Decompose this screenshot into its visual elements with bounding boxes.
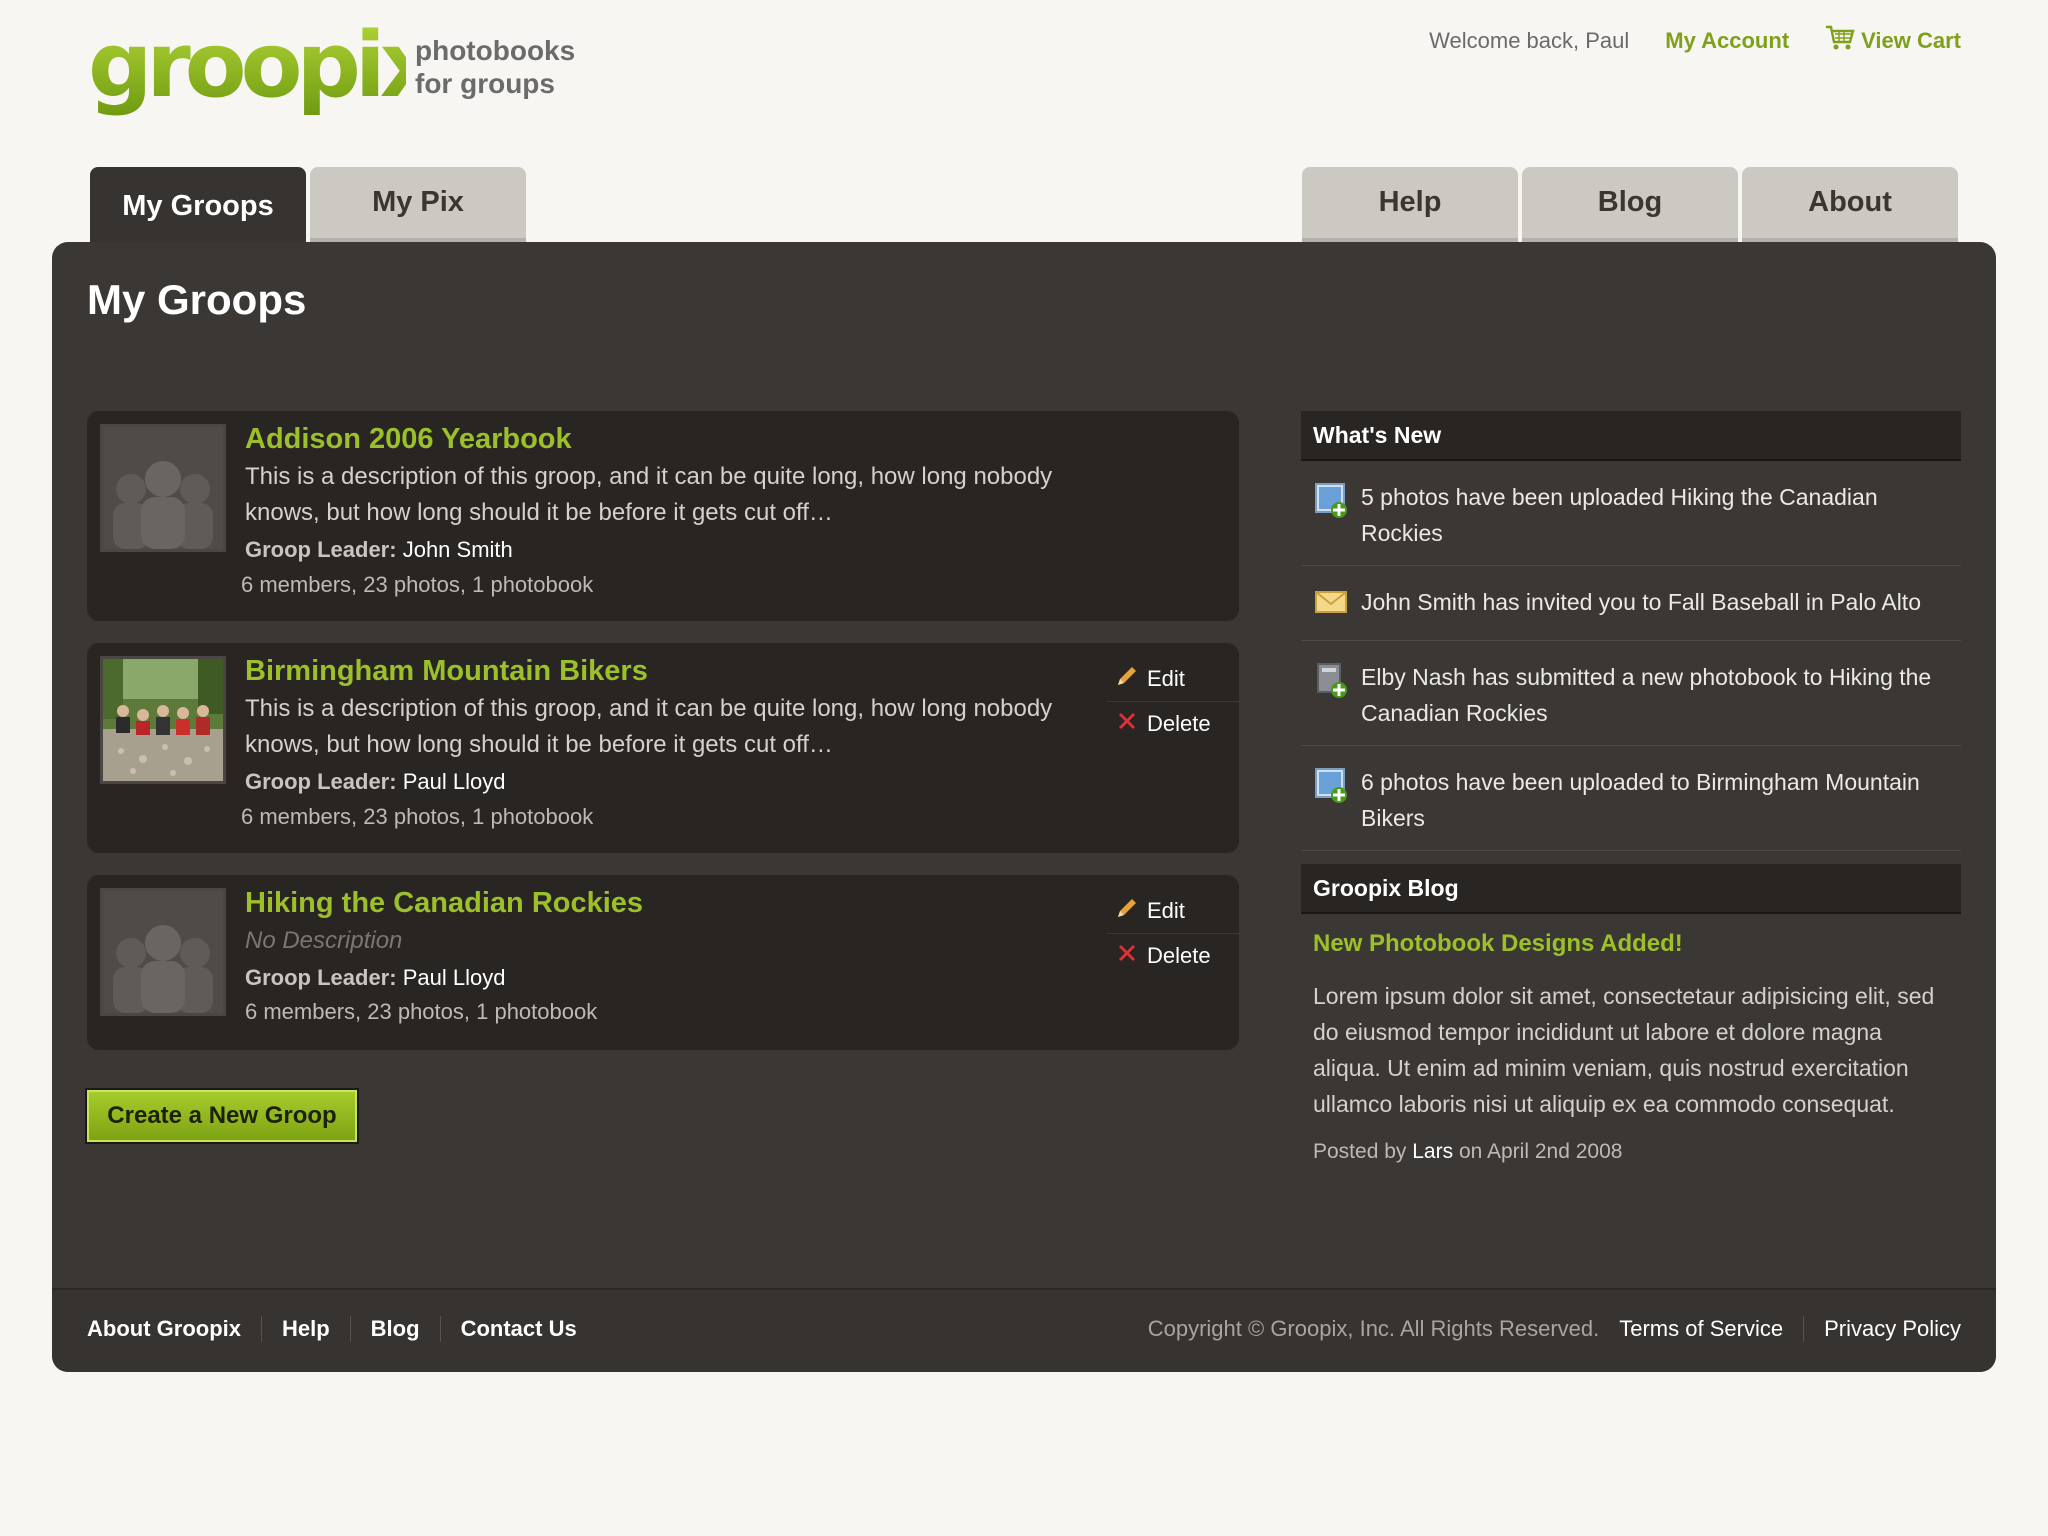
svg-text:groopix: groopix (88, 18, 406, 118)
edit-label: Edit (1147, 666, 1185, 691)
group-name-link[interactable]: Addison 2006 Yearbook (245, 423, 572, 456)
delete-label: Delete (1147, 710, 1211, 736)
blog-post-title-link[interactable]: New Photobook Designs Added! (1313, 930, 1961, 958)
view-cart-label: View Cart (1861, 28, 1961, 53)
photo-upload-icon (1315, 479, 1349, 551)
blog-post-body: Lorem ipsum dolor sit amet, consectetaur… (1313, 983, 1935, 1117)
terms-link[interactable]: Terms of Service (1619, 1316, 1803, 1342)
delete-label: Delete (1147, 942, 1211, 968)
group-stats: 6 members, 23 photos, 1 photobook (241, 804, 594, 829)
tab-help[interactable]: Help (1302, 167, 1518, 242)
group-photo-thumbnail[interactable] (100, 656, 226, 784)
news-item: 5 photos have been uploaded Hiking the C… (1301, 461, 1961, 566)
footer-link-about[interactable]: About Groopix (87, 1316, 261, 1342)
copyright-text: Copyright © Groopix, Inc. All Rights Res… (1147, 1316, 1600, 1341)
footer-link-contact[interactable]: Contact Us (439, 1316, 597, 1342)
blog-panel: Groopix Blog New Photobook Designs Added… (1301, 864, 1961, 1164)
group-leader: Groop Leader: Paul Lloyd (245, 769, 505, 795)
footer-link-help[interactable]: Help (260, 1316, 350, 1342)
tagline-line1: photobooks (415, 35, 576, 66)
delete-button[interactable]: Delete (1107, 933, 1239, 977)
posted-date: on April 2nd 2008 (1458, 1140, 1623, 1163)
whats-new-heading: What's New (1301, 411, 1961, 461)
tab-about[interactable]: About (1742, 167, 1958, 242)
group-name-link[interactable]: Hiking the Canadian Rockies (245, 887, 643, 920)
posted-by-label: Posted by (1313, 1140, 1407, 1163)
group-name-link[interactable]: Birmingham Mountain Bikers (245, 655, 648, 688)
edit-label: Edit (1147, 898, 1185, 923)
privacy-link[interactable]: Privacy Policy (1803, 1316, 1961, 1342)
group-description: This is a description of this groop, and… (245, 463, 1053, 526)
view-cart-link[interactable]: View Cart (1825, 24, 1961, 58)
group-leader-label: Groop Leader: (245, 537, 397, 562)
news-text: Elby Nash has submitted a new photobook … (1361, 664, 1932, 726)
photo-upload-icon (1315, 764, 1349, 836)
news-item: Elby Nash has submitted a new photobook … (1301, 641, 1961, 746)
news-item: John Smith has invited you to Fall Baseb… (1301, 566, 1961, 641)
footer-legal: Copyright © Groopix, Inc. All Rights Res… (1148, 1316, 1961, 1342)
welcome-text: Welcome back, Paul (1429, 28, 1630, 53)
blog-author[interactable]: Lars (1412, 1140, 1453, 1163)
group-description: This is a description of this groop, and… (245, 695, 1053, 758)
news-text: John Smith has invited you to Fall Baseb… (1361, 589, 1921, 615)
cart-icon (1825, 24, 1855, 58)
group-card: Addison 2006 Yearbook This is a descript… (87, 411, 1239, 621)
pencil-icon (1115, 896, 1139, 926)
tab-my-groops[interactable]: My Groops (90, 167, 306, 245)
news-item: 6 photos have been uploaded to Birmingha… (1301, 746, 1961, 851)
group-card: Birmingham Mountain Bikers This is a des… (87, 643, 1239, 853)
blog-heading: Groopix Blog (1301, 864, 1961, 914)
group-leader: Groop Leader: John Smith (245, 537, 513, 563)
group-card: Hiking the Canadian Rockies No Descripti… (87, 875, 1239, 1050)
tagline: photobooks for groups (415, 34, 575, 100)
pencil-icon (1115, 664, 1139, 694)
edit-button[interactable]: Edit (1107, 657, 1239, 701)
group-actions: Edit Delete (1107, 889, 1239, 977)
main-panel: My Groops Addison 2006 Yearbook This is … (52, 242, 1996, 1372)
page-title: My Groops (87, 276, 307, 323)
delete-x-icon (1115, 709, 1139, 739)
my-account-link[interactable]: My Account (1665, 28, 1789, 54)
envelope-icon (1315, 584, 1349, 626)
tab-blog[interactable]: Blog (1522, 167, 1738, 242)
group-leader-label: Groop Leader: (245, 965, 397, 990)
group-placeholder-avatar[interactable] (100, 424, 226, 552)
footer-links: About Groopix Help Blog Contact Us (87, 1316, 597, 1342)
group-stats: 6 members, 23 photos, 1 photobook (245, 999, 598, 1024)
group-leader-label: Groop Leader: (245, 769, 397, 794)
group-stats: 6 members, 23 photos, 1 photobook (241, 572, 594, 597)
group-actions: Edit Delete (1107, 657, 1239, 745)
group-placeholder-avatar[interactable] (100, 888, 226, 1016)
news-text: 5 photos have been uploaded Hiking the C… (1361, 484, 1878, 546)
delete-x-icon (1115, 941, 1139, 971)
tab-my-pix[interactable]: My Pix (310, 167, 526, 242)
group-leader-name: Paul Lloyd (402, 769, 506, 794)
tagline-line2: for groups (415, 68, 555, 99)
photobook-add-icon (1315, 659, 1349, 731)
whats-new-panel: What's New 5 photos have been uploaded H… (1301, 411, 1961, 851)
delete-button[interactable]: Delete (1107, 701, 1239, 745)
group-leader-name: John Smith (402, 537, 513, 562)
group-description: No Description (245, 927, 403, 954)
news-text: 6 photos have been uploaded to Birmingha… (1361, 769, 1920, 831)
blog-post-meta: Posted by Lars on April 2nd 2008 (1313, 1140, 1961, 1164)
group-leader: Groop Leader: Paul Lloyd (245, 965, 505, 991)
footer-link-blog[interactable]: Blog (349, 1316, 440, 1342)
groopix-logo[interactable]: groopix (86, 18, 406, 128)
edit-button[interactable]: Edit (1107, 889, 1239, 933)
footer: About Groopix Help Blog Contact Us Copyr… (52, 1288, 1996, 1372)
group-leader-name: Paul Lloyd (402, 965, 506, 990)
create-group-button[interactable]: Create a New Groop (85, 1088, 359, 1144)
top-nav: Welcome back, Paul My Account View Cart (1429, 24, 1961, 58)
